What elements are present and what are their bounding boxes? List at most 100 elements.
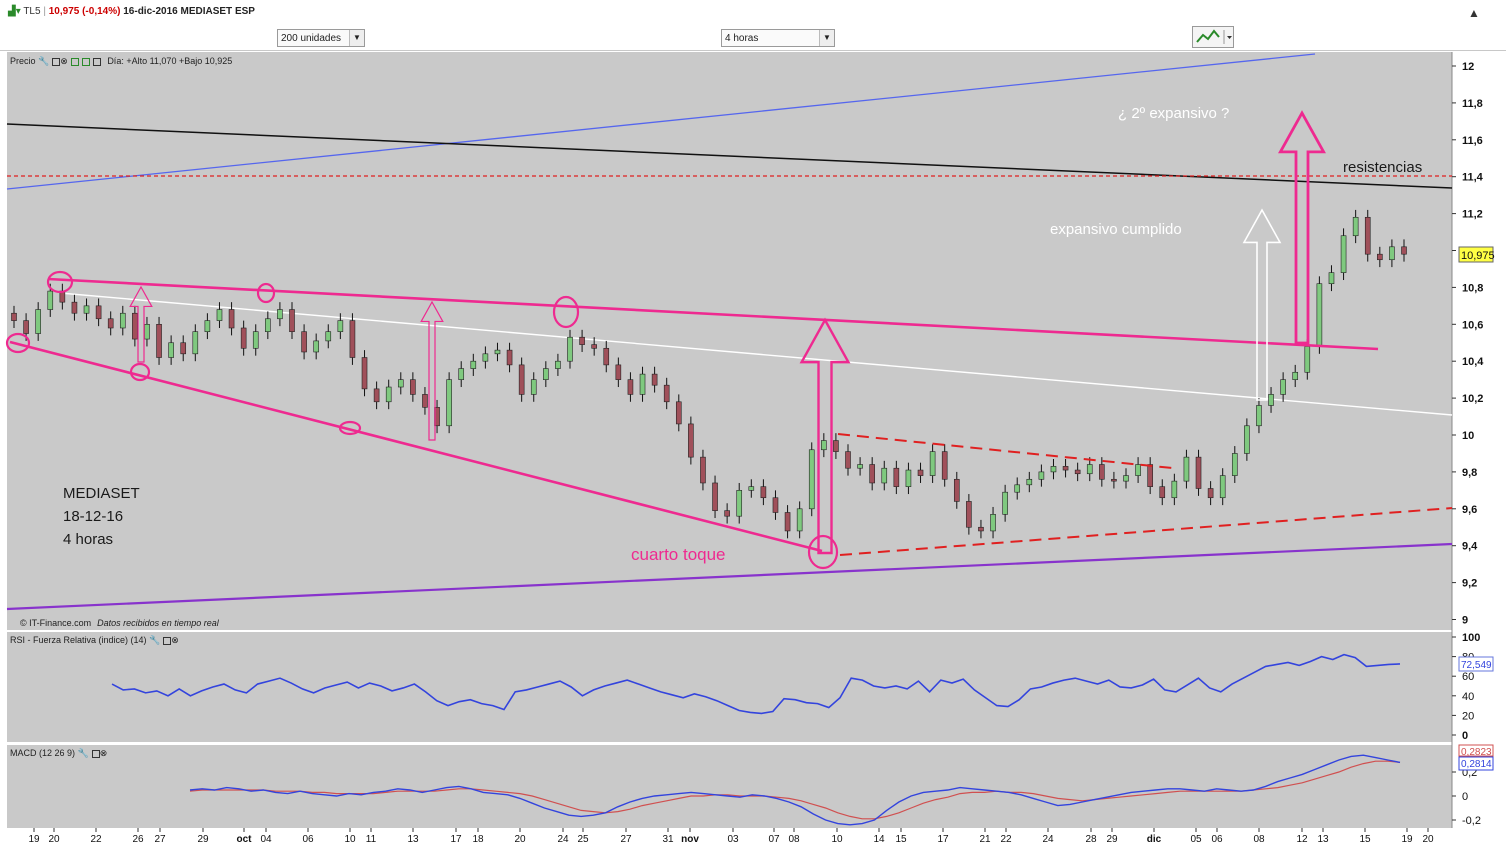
time-tick-label: 27 [154, 834, 166, 845]
wrench-icon[interactable]: 🔧 [38, 56, 49, 66]
time-tick-label: 22 [90, 834, 102, 845]
time-tick-label: 06 [302, 834, 314, 845]
time-tick-label: 25 [577, 834, 589, 845]
candle-body [446, 379, 452, 427]
rsi-tick-label: 20 [1462, 710, 1474, 722]
candle-body [361, 357, 368, 390]
candle-body [216, 309, 223, 321]
candle-body [1026, 478, 1033, 486]
settings-icon[interactable] [92, 57, 101, 66]
candle-body [1135, 464, 1141, 476]
time-tick-label: dic [1147, 834, 1162, 845]
candle-body [518, 364, 525, 395]
candle-body [1014, 484, 1021, 493]
time-tick-label: 20 [514, 834, 526, 845]
price-tick-label: 10,8 [1462, 282, 1483, 294]
rsi-panel-header: RSI - Fuerza Relativa (indice) (14) 🔧 ⊗ [10, 635, 179, 646]
day-info: Día: +Alto 11,070 +Bajo 10,925 [107, 56, 233, 66]
wrench-icon[interactable]: 🔧 [149, 635, 160, 645]
candle-body [1111, 478, 1117, 482]
time-tick-label: 17 [937, 834, 949, 845]
annotation-resistencias: resistencias [1343, 159, 1422, 176]
candle-body [530, 379, 537, 395]
time-tick-label: 11 [366, 834, 377, 845]
macd-signal-tag: 0,2823 [1461, 747, 1492, 758]
candle-body [1207, 488, 1214, 499]
candle-body [688, 423, 694, 458]
candle-body [857, 464, 863, 469]
window-icon[interactable] [91, 749, 100, 758]
time-tick-label: 15 [895, 834, 907, 845]
close-icon[interactable]: ⊗ [100, 748, 108, 758]
candle-body [833, 440, 839, 452]
price-tick-label: 9,4 [1462, 541, 1478, 553]
candle-body [700, 456, 706, 484]
candle-body [385, 386, 392, 403]
candle-body [1401, 246, 1407, 255]
candle-body [397, 379, 404, 388]
candle-body [252, 331, 259, 349]
candle-body [11, 312, 17, 321]
candle-body [95, 305, 102, 320]
candle-body [808, 449, 815, 510]
candle-body [301, 331, 307, 353]
time-tick-label: 20 [1422, 834, 1434, 845]
candle-body [1231, 453, 1238, 476]
time-tick-label: 21 [979, 834, 991, 845]
candle-body [543, 368, 549, 380]
macd-panel-header: MACD (12 26 9) 🔧 ⊗ [10, 748, 107, 759]
time-tick-label: 07 [768, 834, 780, 845]
candle-body [869, 464, 875, 484]
candle-body [1038, 471, 1045, 480]
time-tick-label: 19 [1401, 834, 1413, 845]
chart-canvas: 12 11,8 11,6 11,4 11,2 11 10,8 10,6 10,4 10,2 10 9,… [5, 52, 1498, 846]
candle-body [627, 379, 634, 395]
candle-body [1364, 216, 1371, 255]
candle-body [1377, 253, 1383, 261]
price-tick-label: 11,8 [1462, 98, 1483, 110]
candle-body [277, 309, 283, 320]
time-tick-label: 06 [1211, 834, 1223, 845]
macd-value-tag: 0,2814 [1461, 759, 1492, 770]
annotation-date: 18-12-16 [63, 508, 123, 525]
candle-body [349, 320, 356, 358]
candle-body [265, 318, 271, 332]
candle-body [168, 342, 174, 358]
time-tick-label: 03 [727, 834, 739, 845]
candle-body [228, 309, 235, 329]
candle-body [1086, 464, 1093, 475]
candle-body [1171, 480, 1178, 499]
candle-body [1195, 456, 1202, 489]
price-tick-label: 10,6 [1462, 319, 1483, 331]
candle-body [23, 320, 29, 334]
candle-body [1244, 425, 1250, 454]
time-tick-label: 19 [28, 834, 40, 845]
rsi-tick-label: 60 [1462, 671, 1474, 683]
time-tick-label: 22 [1000, 834, 1012, 845]
time-tick-label: oct [237, 834, 253, 845]
candle-body [204, 320, 211, 332]
wrench-icon[interactable]: 🔧 [78, 748, 89, 758]
rsi-tick-label: 100 [1462, 632, 1480, 644]
candle-body [119, 312, 126, 329]
price-tick-label: 10 [1462, 430, 1474, 442]
candle-body [579, 336, 585, 345]
rsi-tick-label: 40 [1462, 691, 1474, 703]
export-icon[interactable] [81, 57, 90, 66]
add-indicator-icon[interactable] [70, 57, 79, 66]
last-price-tag: 10,975 [1461, 250, 1495, 262]
close-icon[interactable]: ⊗ [171, 635, 179, 645]
candle-body [724, 510, 730, 517]
candle-body [410, 379, 416, 395]
candle-body [1304, 346, 1311, 373]
time-tick-label: 28 [1085, 834, 1097, 845]
candle-body [1292, 371, 1299, 380]
credit-text: © IT-Finance.com Datos recibidos en tiemp… [20, 618, 220, 628]
candle-body [132, 312, 138, 340]
price-tick-label: 11,2 [1462, 209, 1483, 221]
macd-tick-label: -0,2 [1462, 815, 1481, 827]
candle-body [603, 347, 610, 366]
close-icon[interactable]: ⊗ [60, 56, 68, 66]
macd-panel-label: MACD (12 26 9) [10, 748, 76, 758]
time-tick-label: 14 [873, 834, 885, 845]
